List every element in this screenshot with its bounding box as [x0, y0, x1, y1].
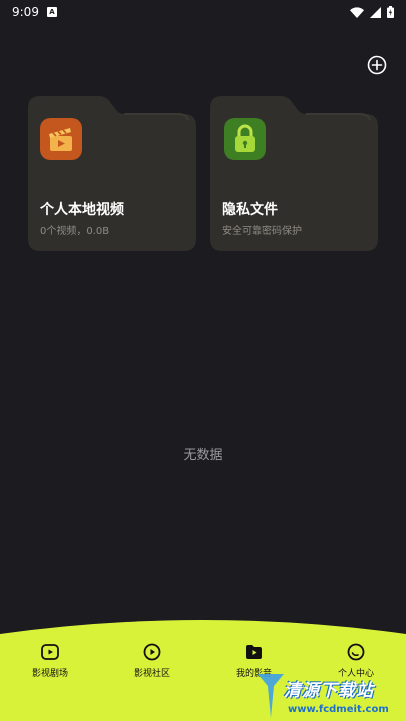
play-circle-icon: [143, 643, 161, 661]
folder-local-videos[interactable]: 个人本地视频 0个视频，0.0B: [28, 96, 196, 251]
watermark-url: www.fcdmeit.com: [288, 704, 389, 715]
clapperboard-icon: [40, 118, 82, 160]
watermark-title: 清源下载站: [284, 681, 374, 701]
plus-circle-icon: [367, 55, 387, 75]
play-box-icon: [41, 644, 59, 660]
wifi-icon: [350, 6, 364, 18]
nav-item-community[interactable]: 影视社区: [112, 642, 192, 679]
folder-subtitle: 安全可靠密码保护: [222, 226, 302, 237]
folder-subtitle: 0个视频，0.0B: [40, 226, 110, 237]
status-bar: 9:09 A: [0, 0, 406, 24]
nav-item-theater[interactable]: 影视剧场: [10, 642, 90, 679]
padlock-icon: [224, 118, 266, 160]
profile-circle-icon: [347, 643, 365, 661]
nav-label: 影视剧场: [31, 669, 68, 679]
battery-icon: [387, 6, 394, 18]
add-button[interactable]: [366, 54, 388, 76]
folder-title: 隐私文件: [222, 202, 278, 218]
status-icons: [350, 6, 394, 18]
watermark-logo: 清源下载站 www.fcdmeit.com: [258, 668, 402, 720]
folder-private-files[interactable]: 隐私文件 安全可靠密码保护: [210, 96, 378, 251]
empty-state-text: 无数据: [183, 448, 223, 463]
folder-title: 个人本地视频: [40, 202, 124, 218]
status-time: 9:09: [12, 5, 39, 19]
cellular-signal-icon: [370, 6, 381, 18]
notification-icon: A: [46, 7, 57, 17]
nav-label: 影视社区: [133, 669, 170, 679]
media-folder-icon: [246, 645, 262, 659]
watermark-emblem-icon: [258, 674, 284, 718]
